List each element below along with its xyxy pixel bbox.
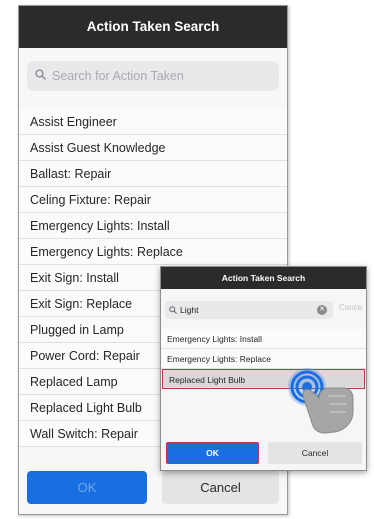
main-footer: OK Cancel — [19, 468, 287, 514]
ok-button[interactable]: OK — [27, 471, 147, 504]
dialog-ok-button[interactable]: OK — [166, 442, 259, 464]
dialog-search-input[interactable]: Light ✕ — [165, 301, 333, 319]
search-placeholder: Search for Action Taken — [52, 69, 184, 83]
list-item[interactable]: Celing Fixture: Repair — [19, 187, 287, 213]
filtered-search-dialog: Action Taken Search Light ✕ Cance Emerge… — [160, 266, 367, 471]
list-item[interactable]: Ballast: Repair — [19, 161, 287, 187]
clear-icon[interactable]: ✕ — [317, 305, 327, 315]
list-item[interactable]: Emergency Lights: Install — [161, 329, 366, 349]
search-icon — [35, 67, 46, 85]
list-item[interactable]: Assist Engineer — [19, 109, 287, 135]
cancel-button[interactable]: Cancel — [162, 471, 279, 504]
search-cancel-link[interactable]: Cance — [339, 303, 362, 312]
screen-title: Action Taken Search — [19, 6, 287, 48]
search-value: Light — [180, 305, 199, 315]
list-item[interactable]: Emergency Lights: Replace — [161, 349, 366, 369]
list-item[interactable]: Emergency Lights: Install — [19, 213, 287, 239]
dialog-footer: OK Cancel — [161, 438, 366, 470]
list-item-selected[interactable]: Replaced Light Bulb — [162, 369, 365, 389]
search-icon — [169, 301, 177, 319]
filtered-list: Emergency Lights: Install Emergency Ligh… — [161, 329, 366, 389]
dialog-cancel-button[interactable]: Cancel — [268, 442, 362, 464]
list-item[interactable]: Assist Guest Knowledge — [19, 135, 287, 161]
search-input[interactable]: Search for Action Taken — [27, 61, 279, 91]
dialog-title: Action Taken Search — [161, 267, 366, 289]
list-item[interactable]: Emergency Lights: Replace — [19, 239, 287, 265]
